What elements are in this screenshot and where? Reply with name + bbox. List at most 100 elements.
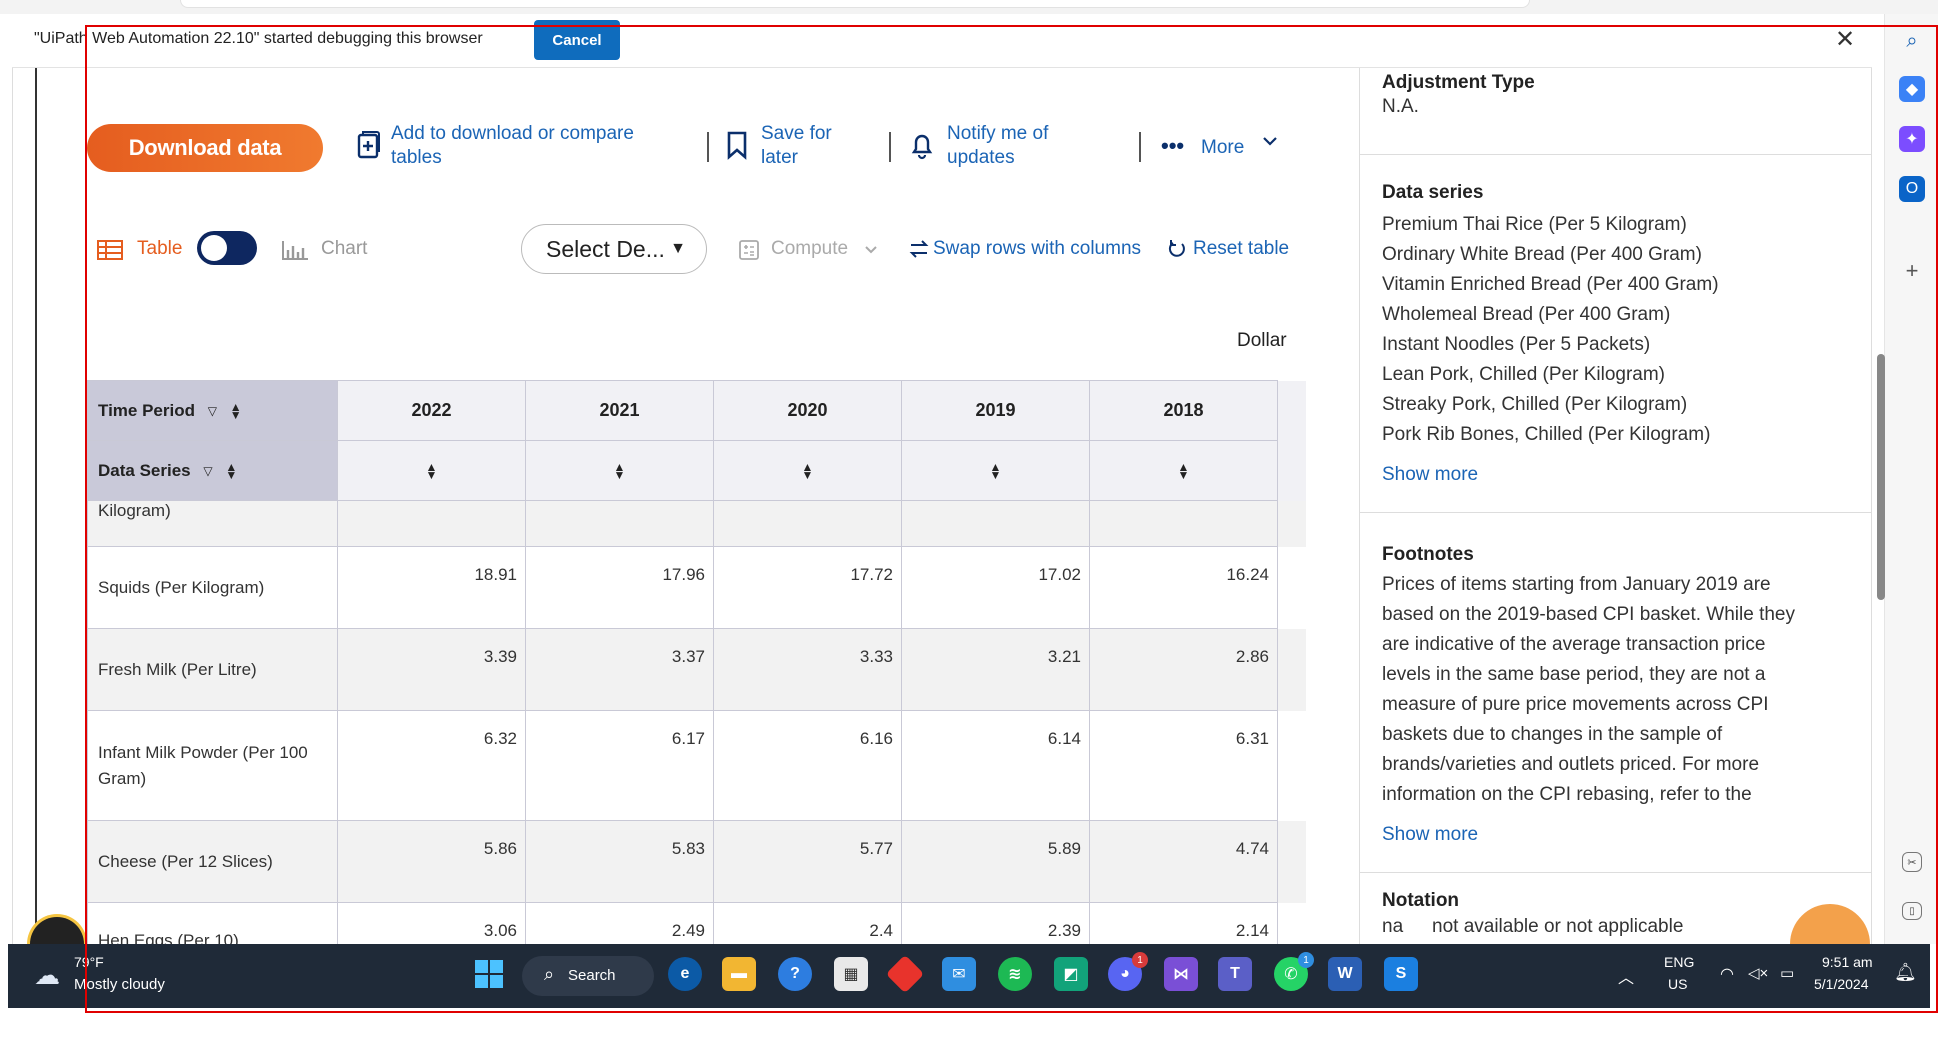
screenshot-icon[interactable]: ✂ (1902, 852, 1922, 872)
chart-view-label[interactable]: Chart (321, 238, 367, 260)
add-icon[interactable]: + (1899, 258, 1925, 284)
row-label: Fresh Milk (Per Litre) (87, 628, 338, 711)
select-dropdown[interactable]: Select De... ▼ (521, 224, 707, 274)
chevron-up-icon[interactable]: ︿ (1618, 964, 1634, 988)
series-show-more-link[interactable]: Show more (1382, 464, 1478, 486)
adjustment-type-title: Adjustment Type (1382, 72, 1535, 93)
cell-value: 6.31 (1089, 710, 1278, 821)
file-explorer-icon[interactable]: ▬ (722, 957, 756, 991)
notify-link[interactable]: Notify me of updates (947, 122, 1087, 170)
sort-icon[interactable]: ▲ ▼ (230, 401, 242, 421)
shopping-tag-icon[interactable]: ◆ (1899, 76, 1925, 102)
compute-chevron-icon (863, 242, 879, 264)
cell-value: 6.17 (525, 710, 714, 821)
year-header[interactable]: 2020 (713, 380, 902, 441)
volume-muted-icon[interactable]: ◁× (1748, 964, 1768, 982)
unit-label: Dollar (1237, 330, 1287, 351)
year-header[interactable]: 2022 (337, 380, 526, 441)
reset-table-button[interactable]: Reset table (1193, 238, 1289, 260)
caret-down-icon: ▼ (670, 240, 686, 257)
save-for-later-link[interactable]: Save for later (761, 122, 871, 170)
wifi-icon[interactable]: ◠ (1720, 964, 1734, 984)
language-code[interactable]: ENG (1664, 954, 1694, 970)
cancel-button[interactable]: Cancel (534, 20, 620, 60)
cell-value: 6.32 (337, 710, 526, 821)
cell-value: 3.21 (901, 628, 1090, 711)
battery-icon[interactable]: ▭ (1780, 964, 1794, 982)
teams-icon[interactable]: T (1218, 957, 1252, 991)
debug-message: "UiPath Web Automation 22.10" started de… (34, 30, 483, 47)
close-icon[interactable]: ✕ (1830, 24, 1860, 54)
more-menu-button[interactable]: More (1201, 136, 1244, 160)
edge-browser-icon[interactable]: e (668, 957, 702, 991)
weather-temp[interactable]: 79°F (74, 954, 104, 970)
table-row: Fresh Milk (Per Litre) 3.39 3.37 3.33 3.… (87, 628, 1306, 711)
outlook-icon[interactable]: O (1899, 176, 1925, 202)
cell-value: 6.14 (901, 710, 1090, 821)
discord-badge: 1 (1132, 952, 1148, 968)
table-row: Cheese (Per 12 Slices) 5.86 5.83 5.77 5.… (87, 820, 1306, 903)
search-icon[interactable]: ⌕ (1899, 28, 1925, 54)
bookmark-icon (725, 130, 751, 160)
data-series-header[interactable]: Data Series ▽ ▲ ▼ (87, 440, 338, 501)
more-dots-icon[interactable]: ••• (1161, 134, 1184, 158)
sort-icon[interactable]: ▲ ▼ (225, 461, 237, 481)
weather-desc[interactable]: Mostly cloudy (74, 976, 165, 993)
chat-assistant-avatar[interactable] (1790, 904, 1870, 944)
search-icon: ⌕ (544, 964, 555, 984)
clock-date[interactable]: 5/1/2024 (1814, 976, 1869, 992)
time-period-header[interactable]: Time Period ▽ ▲ ▼ (87, 380, 338, 441)
help-icon[interactable]: ? (778, 957, 812, 991)
year-header[interactable]: 2018 (1089, 380, 1278, 441)
mail-icon[interactable]: ✉ (942, 957, 976, 991)
footnotes-show-more-link[interactable]: Show more (1382, 824, 1478, 846)
cell-value: 5.86 (337, 820, 526, 903)
taskbar-search[interactable]: ⌕ Search (522, 956, 654, 996)
language-region[interactable]: US (1668, 976, 1687, 992)
cell-value: 17.02 (901, 546, 1090, 629)
copilot-icon[interactable]: ✦ (1899, 126, 1925, 152)
sidebar-toggle-icon[interactable]: ▯ (1902, 902, 1922, 920)
weather-cloud-icon[interactable]: ☁ (30, 958, 64, 992)
table-chart-toggle[interactable] (197, 231, 257, 265)
add-to-compare-link[interactable]: Add to download or compare tables (391, 122, 651, 170)
sort-icon[interactable]: ▲ ▼ (1089, 440, 1278, 501)
footnote-line: based on the 2019-based CPI basket. Whil… (1382, 604, 1795, 625)
compute-button[interactable]: Compute (771, 238, 848, 260)
series-item: Vitamin Enriched Bread (Per 400 Gram) (1382, 274, 1719, 295)
spotify-icon[interactable]: ≋ (998, 957, 1032, 991)
year-header[interactable]: 2021 (525, 380, 714, 441)
sort-icon[interactable]: ▲ ▼ (713, 440, 902, 501)
reset-icon (1167, 239, 1187, 265)
table-view-label[interactable]: Table (137, 238, 182, 260)
table-icon (97, 240, 123, 266)
chevron-down-icon[interactable] (1261, 132, 1279, 157)
scrollbar[interactable] (1877, 354, 1885, 600)
cell-value: 5.83 (525, 820, 714, 903)
app-green-icon[interactable]: ◩ (1054, 957, 1088, 991)
chart-icon (281, 240, 309, 266)
row-label: Infant Milk Powder (Per 100 Gram) (87, 710, 338, 821)
clock-time[interactable]: 9:51 am (1822, 954, 1873, 970)
filter-icon[interactable]: ▽ (203, 465, 212, 477)
notation-title: Notation (1382, 890, 1460, 911)
app-red-icon[interactable] (885, 954, 925, 994)
sort-icon[interactable]: ▲ ▼ (337, 440, 526, 501)
windows-start-icon[interactable] (472, 957, 506, 991)
browser-top-strip (0, 0, 1938, 14)
notification-bell-icon[interactable]: 🔔︎ (1894, 962, 1917, 983)
word-icon[interactable]: W (1328, 957, 1362, 991)
footnote-line: are indicative of the average transactio… (1382, 634, 1766, 655)
store-icon[interactable]: ▦ (834, 957, 868, 991)
table-row: Kilogram) (87, 500, 1306, 547)
sort-icon[interactable]: ▲ ▼ (525, 440, 714, 501)
year-header[interactable]: 2019 (901, 380, 1090, 441)
sort-icon[interactable]: ▲ ▼ (901, 440, 1090, 501)
download-data-button[interactable]: Download data (87, 124, 323, 172)
filter-icon[interactable]: ▽ (208, 405, 217, 417)
swap-rows-columns-button[interactable]: Swap rows with columns (933, 238, 1141, 260)
cell-value: 17.72 (713, 546, 902, 629)
visual-studio-icon[interactable]: ⋈ (1164, 957, 1198, 991)
app-blue-icon[interactable]: S (1384, 957, 1418, 991)
cell-value: 3.39 (337, 628, 526, 711)
